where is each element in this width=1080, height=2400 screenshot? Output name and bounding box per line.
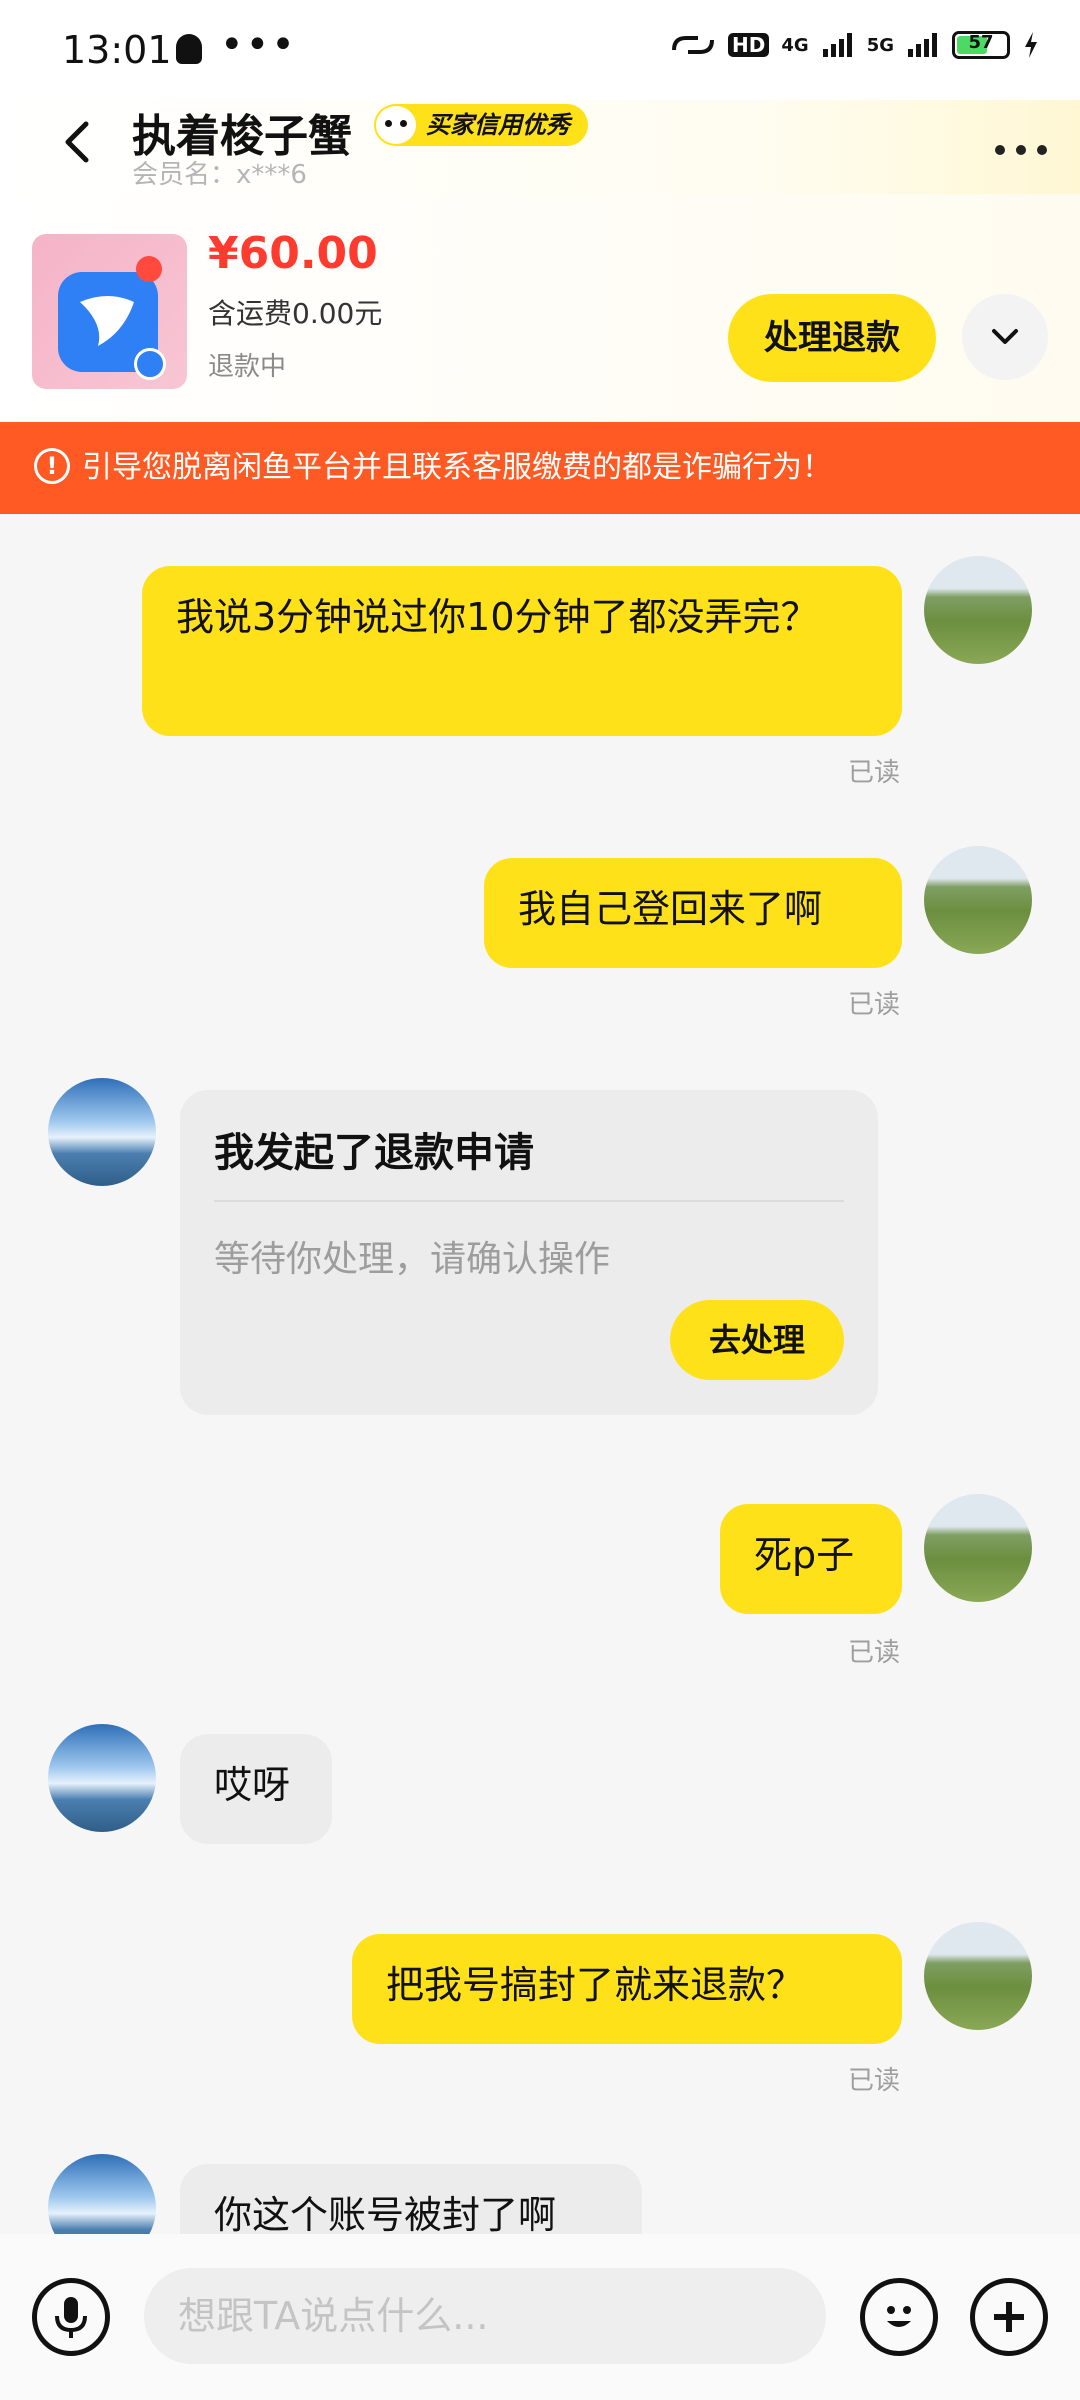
emoji-icon [887,2306,911,2327]
chat-clip: 你这个账号被封了啊 [0,2150,1080,2234]
qq-icon [176,34,202,64]
message-input[interactable]: 想跟TA说点什么... [144,2268,826,2364]
item-thumbnail[interactable] [32,234,187,389]
my-avatar[interactable] [924,1922,1032,2030]
read-receipt: 已读 [848,990,901,1020]
battery-icon: 57 [952,31,1010,59]
refund-status: 退款中 [208,352,287,382]
link-icon [672,36,715,54]
refund-request-card[interactable]: 我发起了退款申请 等待你处理，请确认操作 去处理 [180,1090,878,1415]
emoji-button[interactable] [860,2278,938,2356]
voice-button[interactable] [32,2278,110,2356]
message-bubble[interactable]: 你这个账号被封了啊 [180,2164,642,2234]
signal-icon [822,33,852,57]
card-title: 我发起了退款申请 [214,1130,534,1176]
clock: 13:01 [62,28,172,72]
shipping-fee: 含运费0.00元 [208,297,383,330]
my-avatar[interactable] [924,1494,1032,1602]
back-button[interactable] [48,112,108,172]
input-bar: 想跟TA说点什么... [0,2234,1080,2400]
battery-level: 57 [968,32,994,53]
charging-icon [1025,32,1037,58]
card-subtitle: 等待你处理，请确认操作 [214,1239,611,1280]
read-receipt: 已读 [848,1638,901,1668]
notification-more: ••• [220,22,297,68]
item-card[interactable]: ¥60.00 含运费0.00元 退款中 处理退款 [0,194,1080,422]
chevron-left-icon [65,121,89,163]
alert-icon: ! [34,448,70,484]
hd-icon: HD [728,33,770,57]
chevron-down-icon [992,329,1018,344]
chat-header: 执着梭子蟹 买家信用优秀 会员名：x***6 [0,100,1080,194]
go-process-button[interactable]: 去处理 [670,1300,844,1380]
credit-badge: 买家信用优秀 [374,104,588,146]
warning-text: 引导您脱离闲鱼平台并且联系客服缴费的都是诈骗行为！ [82,450,832,485]
message-bubble[interactable]: 我自己登回来了啊 [484,858,902,968]
network-label-4g: 4G [781,34,809,56]
signal-icon [908,33,937,57]
member-name: 会员名：x***6 [132,160,307,190]
my-avatar[interactable] [924,556,1032,664]
process-refund-button[interactable]: 处理退款 [728,294,936,382]
card-divider [214,1200,844,1202]
network-label-5g: 5G [866,34,894,56]
more-button[interactable] [992,120,1050,171]
more-horizontal-icon [995,145,1047,155]
credit-badge-label: 买家信用优秀 [426,111,570,139]
message-bubble[interactable]: 哎呀 [180,1734,332,1844]
fraud-warning-banner: ! 引导您脱离闲鱼平台并且联系客服缴费的都是诈骗行为！ [0,422,1080,514]
seller-avatar[interactable] [48,1078,156,1186]
my-avatar[interactable] [924,846,1032,954]
read-receipt: 已读 [848,2066,901,2096]
item-price: ¥60.00 [208,228,378,279]
add-button[interactable] [970,2278,1048,2356]
read-receipt: 已读 [848,758,901,788]
notification-dot [136,256,162,282]
message-bubble[interactable]: 死p子 [720,1504,902,1614]
message-bubble[interactable]: 把我号搞封了就来退款？ [352,1934,902,2044]
seller-avatar[interactable] [48,2154,156,2234]
message-bubble[interactable]: 我说3分钟说过你10分钟了都没弄完？ [142,566,902,736]
seller-avatar[interactable] [48,1724,156,1832]
lightning-icon [134,348,166,380]
expand-button[interactable] [962,294,1048,380]
microphone-icon [55,2297,87,2338]
status-icons: HD 4G 5G 57 [670,30,1040,60]
plus-icon [994,2302,1024,2332]
status-bar: 13:01 ••• HD 4G 5G 57 [0,0,1080,100]
mascot-icon [374,104,418,146]
